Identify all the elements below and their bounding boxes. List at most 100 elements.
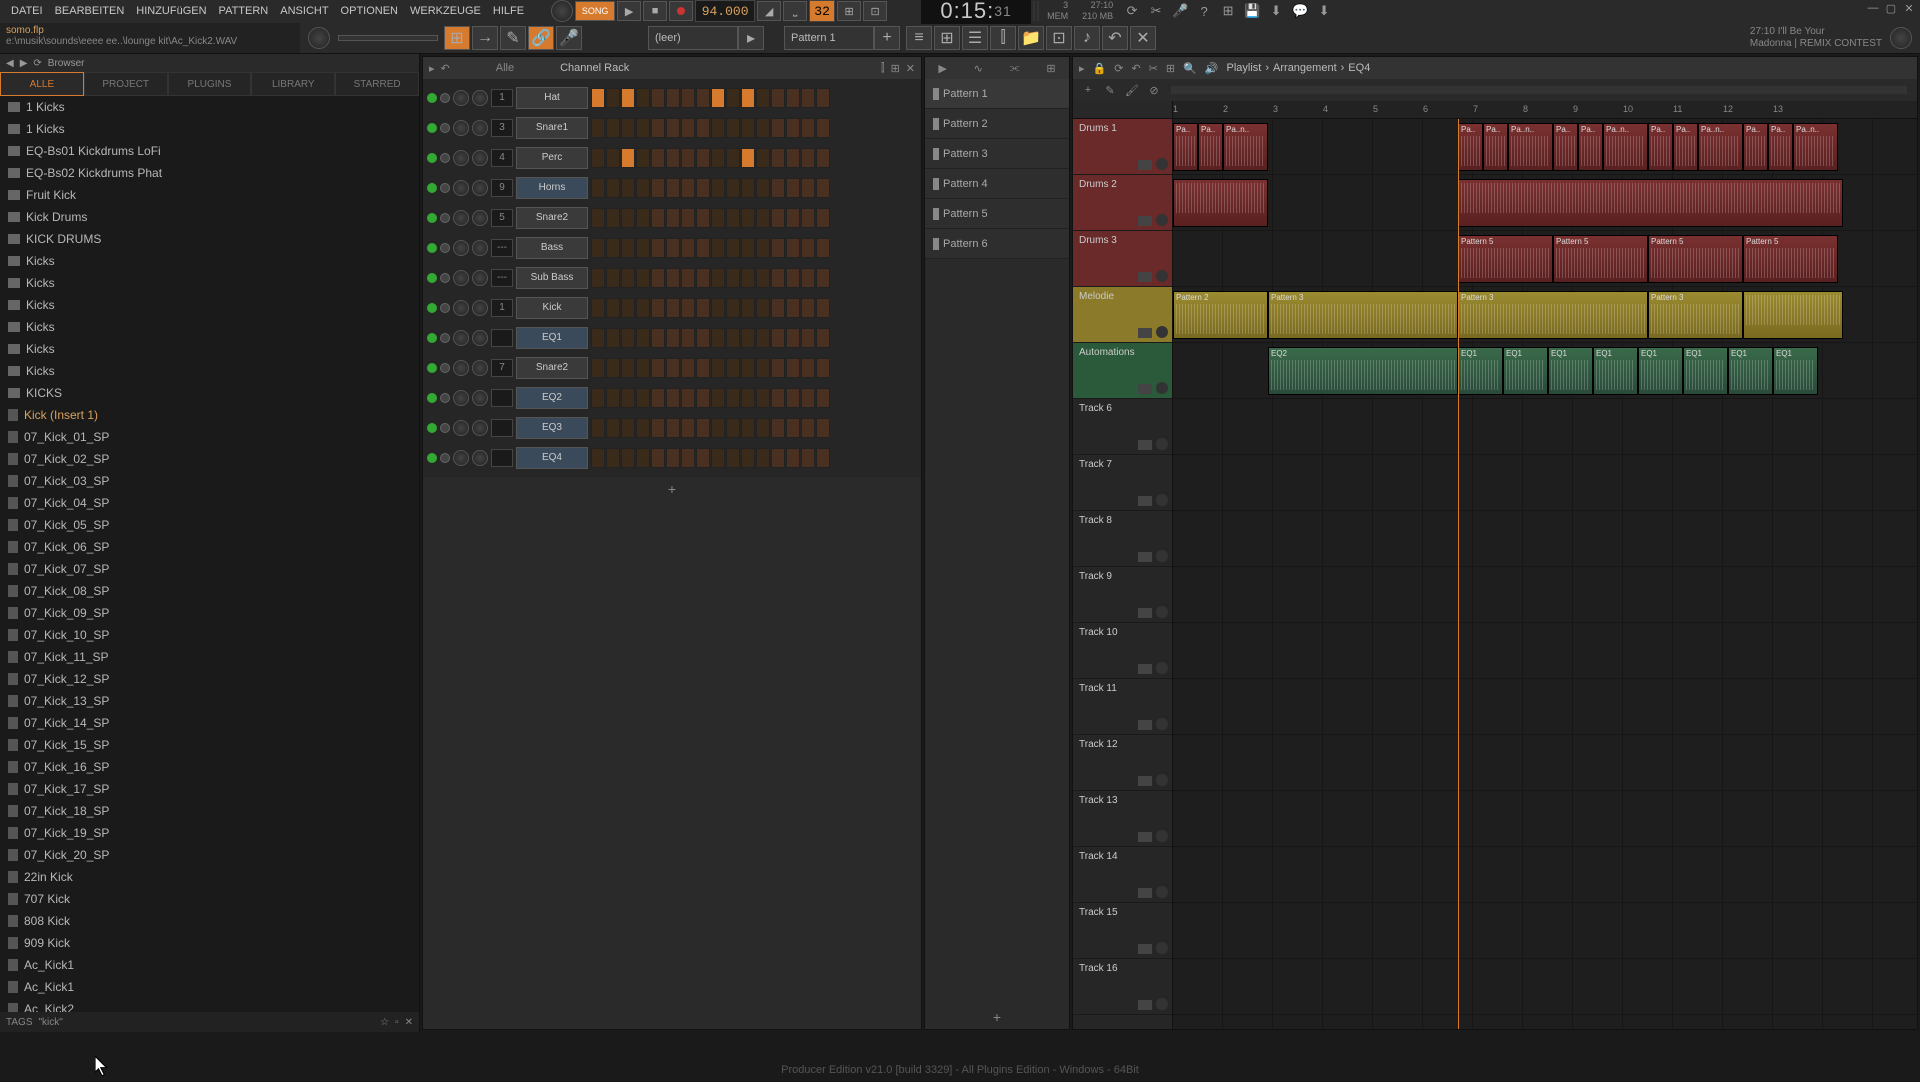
step-button[interactable] (711, 88, 725, 108)
channel-mixer-track[interactable]: 7 (491, 359, 513, 377)
channel-name-button[interactable]: EQ1 (516, 327, 588, 349)
step-button[interactable] (816, 448, 830, 468)
track-row[interactable] (1173, 847, 1917, 903)
browser-file-item[interactable]: 07_Kick_04_SP (0, 492, 419, 514)
playlist-clip[interactable]: EQ1 (1548, 347, 1593, 395)
browser-file-item[interactable]: 07_Kick_19_SP (0, 822, 419, 844)
pattern-selector[interactable]: Pattern 1 (784, 26, 874, 50)
channel-mixer-track[interactable]: 9 (491, 179, 513, 197)
step-button[interactable] (711, 328, 725, 348)
track-row[interactable] (1173, 399, 1917, 455)
playlist-clip[interactable]: Pattern 3 (1648, 291, 1743, 339)
channel-mute[interactable] (440, 93, 450, 103)
download-icon[interactable]: ⬇ (1313, 1, 1335, 21)
menu-optionen[interactable]: OPTIONEN (336, 3, 403, 19)
step-button[interactable] (801, 448, 815, 468)
browser-file-item[interactable]: 07_Kick_03_SP (0, 470, 419, 492)
step-button[interactable] (786, 118, 800, 138)
playlist-grid[interactable]: Pa..Pa..Pa..n..Pa..Pa..Pa..n..Pa..Pa..Pa… (1173, 119, 1917, 1029)
main-volume-knob[interactable] (551, 0, 573, 22)
menu-pattern[interactable]: PATTERN (214, 3, 274, 19)
step-button[interactable] (786, 178, 800, 198)
step-button[interactable] (591, 448, 605, 468)
channel-pan-knob[interactable] (453, 150, 469, 166)
step-button[interactable] (681, 298, 695, 318)
step-button[interactable] (651, 268, 665, 288)
browser-folder-item[interactable]: Kick Drums (0, 206, 419, 228)
step-button[interactable] (606, 418, 620, 438)
tags-value[interactable]: "kick" (38, 1017, 62, 1028)
step-button[interactable] (606, 268, 620, 288)
channel-add-button[interactable]: + (423, 477, 921, 501)
channel-mute[interactable] (440, 213, 450, 223)
chat-icon[interactable]: 💬 (1289, 1, 1311, 21)
track-row[interactable] (1173, 623, 1917, 679)
step-button[interactable] (621, 178, 635, 198)
step-button[interactable] (696, 88, 710, 108)
track-row[interactable]: EQ2EQ1EQ1EQ1EQ1EQ1EQ1EQ1EQ1 (1173, 343, 1917, 399)
playlist-clip[interactable]: Pa.. (1553, 123, 1578, 171)
step-button[interactable] (591, 388, 605, 408)
browser-file-item[interactable]: Ac_Kick1 (0, 976, 419, 998)
step-button[interactable] (681, 208, 695, 228)
step-button[interactable] (711, 448, 725, 468)
step-button[interactable] (801, 88, 815, 108)
step-button[interactable] (726, 268, 740, 288)
step-button[interactable] (696, 418, 710, 438)
channel-name-button[interactable]: Horns (516, 177, 588, 199)
step-button[interactable] (606, 88, 620, 108)
browser-file-item[interactable]: 707 Kick (0, 888, 419, 910)
step-button[interactable] (741, 418, 755, 438)
tempo-display[interactable]: 94.000 (695, 0, 755, 22)
step-button[interactable] (771, 148, 785, 168)
step-button[interactable] (771, 178, 785, 198)
step-button[interactable] (696, 238, 710, 258)
playlist-clip[interactable]: EQ1 (1503, 347, 1548, 395)
step-button[interactable] (741, 328, 755, 348)
step-button[interactable] (636, 118, 650, 138)
step-button[interactable] (666, 238, 680, 258)
channel-vol-knob[interactable] (472, 450, 488, 466)
step-button[interactable] (681, 388, 695, 408)
step-button[interactable] (711, 148, 725, 168)
browser-file-item[interactable]: 07_Kick_16_SP (0, 756, 419, 778)
step-button[interactable] (801, 298, 815, 318)
step-button[interactable] (681, 358, 695, 378)
channel-name-button[interactable]: Sub Bass (516, 267, 588, 289)
pl-tool-erase[interactable]: ⊘ (1145, 82, 1163, 98)
track-row[interactable] (1173, 511, 1917, 567)
pl-tool-draw[interactable]: ✎ (1101, 82, 1119, 98)
step-button[interactable] (666, 388, 680, 408)
pattern-item[interactable]: Pattern 3 (925, 139, 1069, 169)
step-button[interactable] (606, 328, 620, 348)
step-button[interactable] (801, 118, 815, 138)
channel-mixer-track[interactable]: 4 (491, 149, 513, 167)
pitch-slider[interactable] (338, 35, 438, 41)
step-button[interactable] (666, 148, 680, 168)
step-button[interactable] (606, 208, 620, 228)
channel-led[interactable] (427, 423, 437, 433)
step-button[interactable] (681, 88, 695, 108)
channel-mixer-track[interactable]: 1 (491, 89, 513, 107)
step-button[interactable] (771, 388, 785, 408)
channel-vol-knob[interactable] (472, 300, 488, 316)
step-button[interactable] (741, 178, 755, 198)
step-button[interactable] (726, 148, 740, 168)
step-button[interactable] (666, 88, 680, 108)
step-button[interactable] (666, 358, 680, 378)
channel-mute[interactable] (440, 333, 450, 343)
menu-hilfe[interactable]: HILFE (488, 3, 529, 19)
step-button[interactable] (786, 88, 800, 108)
step-button[interactable] (816, 178, 830, 198)
step-button[interactable] (696, 148, 710, 168)
browser-folder-item[interactable]: Kicks (0, 250, 419, 272)
channel-led[interactable] (427, 393, 437, 403)
step-button[interactable] (816, 328, 830, 348)
step-button[interactable] (681, 268, 695, 288)
channel-mixer-track[interactable]: 3 (491, 119, 513, 137)
step-button[interactable] (816, 358, 830, 378)
track-label[interactable]: Melodie (1073, 287, 1172, 343)
step-button[interactable] (726, 178, 740, 198)
step-button[interactable] (756, 208, 770, 228)
step-button[interactable] (771, 238, 785, 258)
